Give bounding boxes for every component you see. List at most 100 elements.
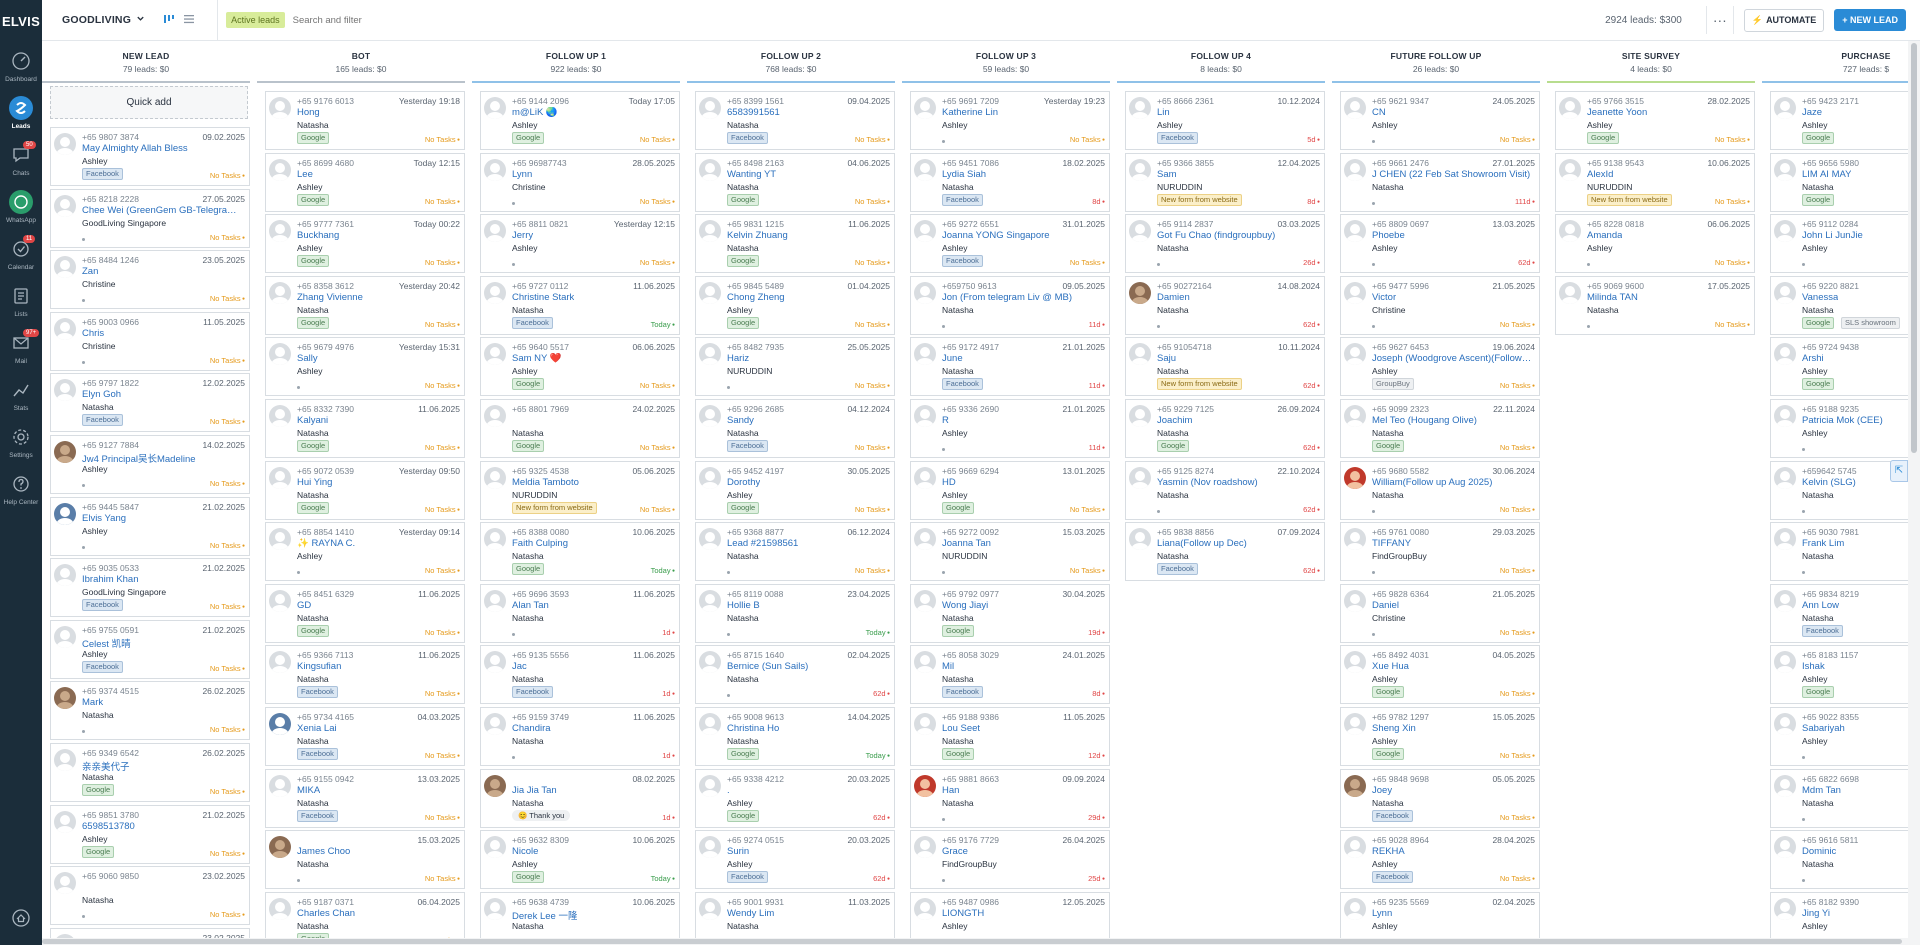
sidebar-item-settings[interactable]: Settings — [0, 418, 42, 465]
lead-card[interactable]: +65 9792 0977 30.04.2025 Wong Jiayi Natasha… — [910, 583, 1110, 643]
lead-card[interactable]: +65 9274 0515 20.03.2025 Surin Ashley Facebo… — [695, 830, 895, 890]
lead-card[interactable]: +65 9845 5489 01.04.2025 Chong Zheng Ashley… — [695, 275, 895, 335]
task-status[interactable]: Today — [651, 566, 675, 575]
lead-card[interactable]: +65 9445 5847 21.02.2025 Elvis Yang Ashley N… — [50, 496, 250, 556]
lead-name[interactable]: Lydia Siah — [942, 169, 986, 180]
task-status[interactable]: No Tasks — [425, 320, 460, 329]
lead-name[interactable]: HD — [942, 477, 956, 488]
task-status[interactable]: No Tasks — [855, 135, 890, 144]
lead-card[interactable]: +65 9831 1215 11.06.2025 Kelvin Zhuang Nata… — [695, 214, 895, 274]
lead-card[interactable]: +65 8801 7969 24.02.2025 Natasha Google No T… — [480, 399, 680, 458]
task-status[interactable]: No Tasks — [855, 320, 890, 329]
lead-card[interactable]: +65 9374 4515 26.02.2025 Mark Natasha No Tas… — [50, 681, 250, 741]
lead-card[interactable]: +65 9766 3515 28.02.2025 Jeanette Yoon Ashl… — [1555, 91, 1755, 150]
lead-name[interactable]: Christine Stark — [512, 292, 574, 303]
lead-card[interactable]: +65 9640 5517 06.06.2025 Sam NY ❤️ Ashley Go… — [480, 337, 680, 397]
lead-card[interactable]: +65 9797 1822 12.02.2025 Elyn Goh Natasha Fa… — [50, 373, 250, 433]
lead-name[interactable]: Xue Hua — [1372, 661, 1409, 672]
lead-name[interactable]: Jw4 Principal吴长Madeline — [82, 451, 196, 465]
lead-card[interactable]: +65 90272164 14.08.2024 Damien Natasha 62d — [1125, 275, 1325, 335]
lead-card[interactable]: +65 9632 8309 10.06.2025 Nicole Ashley Googl… — [480, 830, 680, 890]
task-status[interactable]: 62d — [873, 689, 890, 698]
task-status[interactable]: 1d — [662, 689, 675, 698]
task-status[interactable]: No Tasks — [425, 566, 460, 575]
lead-name[interactable]: Phoebe — [1372, 230, 1405, 241]
column-header[interactable]: FOLLOW UP 4 8 leads: $0 — [1117, 41, 1325, 83]
task-status[interactable]: No Tasks — [855, 505, 890, 514]
lead-card[interactable]: +65 8183 1157 Ishak Ashley Google — [1770, 645, 1908, 705]
lead-card[interactable]: +65 9477 5996 21.05.2025 Victor Christine No… — [1340, 275, 1540, 335]
task-status[interactable]: No Tasks — [425, 751, 460, 760]
lead-card[interactable]: +65 8228 0818 06.06.2025 Amanda Ashley No Ta… — [1555, 214, 1755, 274]
task-status[interactable]: No Tasks — [425, 813, 460, 822]
task-status[interactable]: No Tasks — [640, 505, 675, 514]
lead-card[interactable]: +65 9669 6294 13.01.2025 HD Ashley Google No … — [910, 460, 1110, 520]
lead-name[interactable]: Kelvin (SLG) — [1802, 477, 1856, 488]
lead-card[interactable]: +65 8218 2228 27.05.2025 Chee Wei (GreenGe… — [50, 188, 250, 248]
column-header[interactable]: FOLLOW UP 2 768 leads: $0 — [687, 41, 895, 83]
lead-card[interactable]: +659642 5745 Kelvin (SLG) Natasha — [1770, 460, 1908, 520]
lead-name[interactable]: 6598513780 — [82, 821, 135, 832]
lead-name[interactable]: William(Follow up Aug 2025) — [1372, 477, 1492, 488]
lead-name[interactable]: Joachim — [1157, 415, 1192, 426]
lead-name[interactable]: Jon (From telegram Liv @ MB) — [942, 292, 1072, 303]
lead-name[interactable]: Kalyani — [297, 415, 328, 426]
lead-name[interactable]: Surin — [727, 846, 749, 857]
lead-name[interactable]: Bernice (Sun Sails) — [727, 661, 808, 672]
column-header[interactable]: BOT 165 leads: $0 — [257, 41, 465, 83]
lead-card[interactable]: +65 9127 7884 14.02.2025 Jw4 Principal吴长Ma… — [50, 435, 250, 494]
lead-card[interactable]: +65 9135 5556 11.06.2025 Jac Natasha Faceboo… — [480, 645, 680, 705]
lead-name[interactable]: Elvis Yang — [82, 513, 126, 524]
task-status[interactable]: No Tasks — [855, 258, 890, 267]
task-status[interactable]: No Tasks — [425, 258, 460, 267]
lead-card[interactable]: +65 9349 6542 26.02.2025 亲亲美代子 Natasha Googl… — [50, 743, 250, 802]
column-header[interactable]: FOLLOW UP 1 922 leads: $0 — [472, 41, 680, 83]
lead-name[interactable]: Vanessa — [1802, 292, 1838, 303]
lead-card[interactable]: +65 9627 6453 19.06.2024 Joseph (Woodgrove… — [1340, 337, 1540, 397]
task-status[interactable]: No Tasks — [640, 258, 675, 267]
lead-name[interactable]: Dorothy — [727, 477, 760, 488]
lead-name[interactable]: Wong Jiayi — [942, 600, 988, 611]
column-header[interactable]: FUTURE FOLLOW UP 26 leads: $0 — [1332, 41, 1540, 83]
lead-name[interactable]: Ishak — [1802, 661, 1825, 672]
task-status[interactable]: No Tasks — [1715, 135, 1750, 144]
lead-card[interactable]: +65 9176 6013 Yesterday 19:18 Hong Natasha G… — [265, 91, 465, 150]
lead-name[interactable]: June — [942, 353, 963, 364]
lead-name[interactable]: Nicole — [512, 846, 538, 857]
task-status[interactable]: No Tasks — [425, 628, 460, 637]
lead-name[interactable]: TIFFANY — [1372, 538, 1411, 549]
lead-name[interactable]: Han — [942, 785, 959, 796]
task-status[interactable]: No Tasks — [640, 197, 675, 206]
lead-card[interactable]: +65 8498 2163 04.06.2025 Wanting YT Natasha… — [695, 152, 895, 212]
lead-name[interactable]: Chris — [82, 328, 104, 339]
lead-card[interactable]: +65 8399 1561 09.04.2025 6583991561 Natasha… — [695, 91, 895, 150]
lead-name[interactable]: Mil — [942, 661, 954, 672]
task-status[interactable]: No Tasks — [210, 849, 245, 858]
lead-card[interactable]: +659750 9613 09.05.2025 Jon (From telegram… — [910, 275, 1110, 335]
lead-card[interactable]: +65 9680 5582 30.06.2024 William(Follow up… — [1340, 460, 1540, 520]
lead-name[interactable]: Wendy Lim — [727, 908, 774, 919]
column-header[interactable]: NEW LEAD 79 leads: $0 — [42, 41, 250, 83]
lead-name[interactable]: Amanda — [1587, 230, 1622, 241]
task-status[interactable]: Today — [866, 751, 890, 760]
lead-card[interactable]: +65 9138 9543 10.06.2025 AlexId NURUDDIN New… — [1555, 152, 1755, 212]
lead-name[interactable]: James Choo — [297, 846, 350, 857]
lead-name[interactable]: Liana(Follow up Dec) — [1157, 538, 1247, 549]
lead-name[interactable]: Got Fu Chao (findgroupbuy) — [1157, 230, 1275, 241]
task-status[interactable]: No Tasks — [210, 910, 245, 919]
lead-name[interactable]: Zan — [82, 266, 98, 277]
lead-card[interactable]: +65 9679 4976 Yesterday 15:31 Sally Ashley N… — [265, 337, 465, 397]
lead-name[interactable]: Daniel — [1372, 600, 1399, 611]
search-input[interactable] — [292, 14, 593, 26]
list-view-icon[interactable] — [183, 11, 195, 29]
lead-name[interactable]: Elyn Goh — [82, 389, 121, 400]
task-status[interactable]: No Tasks — [855, 381, 890, 390]
lead-name[interactable]: Hariz — [727, 353, 749, 364]
sidebar-item-lists[interactable]: Lists — [0, 277, 42, 324]
task-status[interactable]: No Tasks — [1500, 628, 1535, 637]
task-status[interactable]: No Tasks — [425, 443, 460, 452]
lead-name[interactable]: Hollie B — [727, 600, 760, 611]
lead-card[interactable]: +65 9366 3855 12.04.2025 Sam NURUDDIN New fo… — [1125, 152, 1325, 212]
lead-name[interactable]: Chee Wei (GreenGem GB-Telegram CE... — [82, 205, 242, 216]
lead-card[interactable]: +65 9724 9438 Arshi Ashley Google — [1770, 337, 1908, 397]
